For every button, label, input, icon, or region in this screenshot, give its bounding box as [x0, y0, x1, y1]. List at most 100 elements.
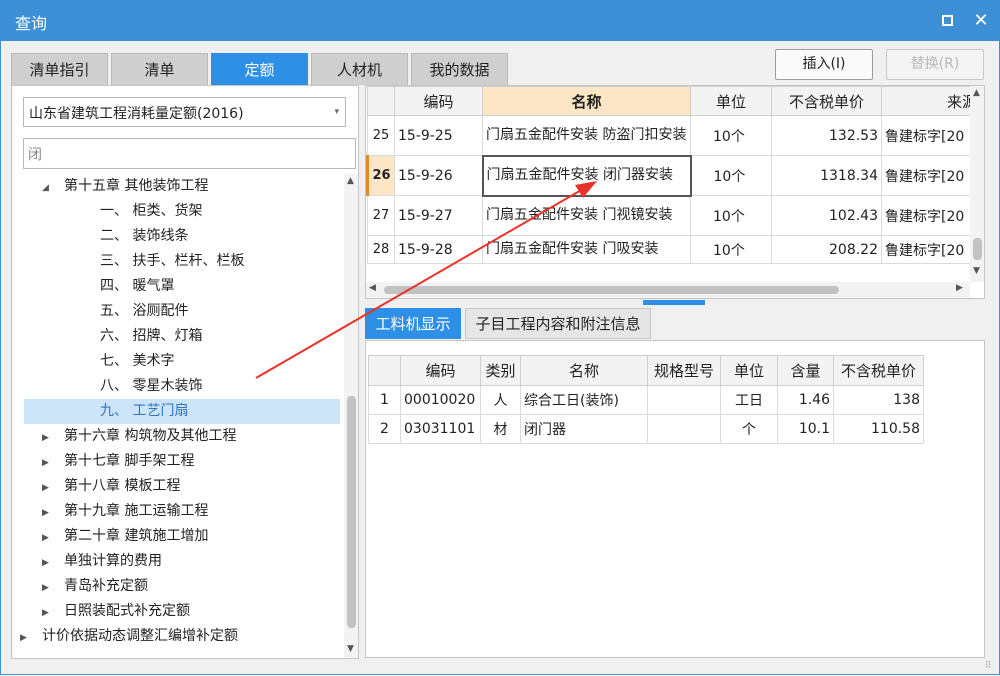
column-header-price[interactable]: 不含税单价	[771, 86, 882, 116]
maximize-button[interactable]	[935, 9, 959, 33]
collapsed-triangle-icon[interactable]: ▶	[42, 526, 56, 551]
cell-unit[interactable]: 10个	[690, 115, 772, 156]
title-bar[interactable]: 查询 ✕	[1, 1, 999, 41]
scroll-up-icon[interactable]: ▲	[347, 176, 354, 186]
cell-code[interactable]: 15-9-26	[394, 155, 483, 196]
quota-horizontal-scrollbar[interactable]: ◀ ▶	[366, 282, 970, 298]
tree-node[interactable]: 八、 零星木装饰	[100, 374, 202, 399]
collapsed-triangle-icon[interactable]: ▶	[42, 601, 56, 626]
collapsed-triangle-icon[interactable]: ▶	[42, 476, 56, 501]
scrollbar-thumb[interactable]	[347, 396, 356, 628]
cell-unit[interactable]: 10个	[690, 195, 772, 236]
tree-node[interactable]: ◢ 第十五章 其他装饰工程	[42, 174, 208, 199]
insert-button[interactable]: 插入(I)	[775, 49, 873, 80]
cell-type[interactable]: 人	[480, 385, 521, 415]
table-row[interactable]: 2 03031101 材闭门器 个 10.1 110.58	[368, 414, 924, 444]
cell-price[interactable]: 138	[833, 385, 924, 415]
cell-source[interactable]: 鲁建标字[20	[881, 235, 982, 264]
row-number[interactable]: 28	[367, 235, 395, 264]
cell-source[interactable]: 鲁建标字[20	[881, 195, 982, 236]
column-header-name[interactable]: 名称	[482, 86, 691, 116]
cell-code[interactable]: 15-9-28	[394, 235, 483, 264]
table-row[interactable]: 26 15-9-26 门扇五金配件安装 闭门器安装 10个 1318.34 鲁建标字[20	[366, 154, 982, 197]
tab-quota[interactable]: 定额	[211, 53, 308, 85]
row-number[interactable]: 26	[366, 155, 395, 196]
cell-unit[interactable]: 工日	[720, 385, 778, 415]
tree-node[interactable]: ▶ 第十九章 施工运输工程	[42, 499, 208, 524]
scrollbar-thumb[interactable]	[973, 238, 982, 260]
tree-node[interactable]: ▶ 第十七章 脚手架工程	[42, 449, 194, 474]
column-header-type[interactable]: 类别	[480, 355, 521, 386]
cell-price[interactable]: 208.22	[771, 235, 882, 264]
search-input[interactable]	[24, 139, 355, 168]
cell-unit[interactable]: 10个	[690, 235, 772, 264]
collapsed-triangle-icon[interactable]: ▶	[42, 501, 56, 526]
replace-button[interactable]: 替换(R)	[886, 49, 984, 80]
column-header-quantity[interactable]: 含量	[777, 355, 834, 386]
tab-bill-guide[interactable]: 清单指引	[11, 53, 108, 85]
quota-library-select[interactable]: 山东省建筑工程消耗量定额(2016) ▾	[23, 97, 346, 127]
tab-bill[interactable]: 清单	[111, 53, 208, 85]
scroll-down-icon[interactable]: ▼	[347, 644, 354, 654]
tree-node[interactable]: 二、 装饰线条	[100, 224, 188, 249]
tree-scrollbar[interactable]: ▲ ▼	[344, 174, 358, 658]
collapsed-triangle-icon[interactable]: ▶	[42, 551, 56, 576]
cell-price[interactable]: 110.58	[833, 414, 924, 444]
cell-name[interactable]: 门扇五金配件安装 防盗门扣安装	[482, 115, 691, 156]
tree-node[interactable]: ▶ 第二十章 建筑施工增加	[42, 524, 208, 549]
tree-node[interactable]: ▶ 青岛补充定额	[42, 574, 148, 599]
cell-name[interactable]: 闭门器	[520, 414, 648, 444]
cell-price[interactable]: 132.53	[771, 115, 882, 156]
expanded-triangle-icon[interactable]: ◢	[42, 176, 56, 201]
cell-type[interactable]: 材	[480, 414, 521, 444]
collapsed-triangle-icon[interactable]: ▶	[42, 576, 56, 601]
table-row[interactable]: 27 15-9-27 门扇五金配件安装 门视镜安装 10个 102.43 鲁建标字[20	[367, 195, 982, 236]
column-header-source[interactable]: 来源	[881, 86, 982, 116]
cell-spec[interactable]	[647, 414, 721, 444]
column-header-unit[interactable]: 单位	[720, 355, 778, 386]
tree-node[interactable]: ▶ 第十六章 构筑物及其他工程	[42, 424, 236, 449]
cell-name[interactable]: 门扇五金配件安装 闭门器安装	[481, 154, 692, 197]
column-header-spec[interactable]: 规格型号	[647, 355, 721, 386]
tree-node[interactable]: 六、 招牌、灯箱	[100, 324, 202, 349]
collapsed-triangle-icon[interactable]: ▶	[42, 451, 56, 476]
column-header-code[interactable]: 编码	[394, 86, 483, 116]
cell-source[interactable]: 鲁建标字[20	[881, 155, 982, 196]
column-header-code[interactable]: 编码	[400, 355, 481, 386]
tree-node[interactable]: 五、 浴厕配件	[100, 299, 188, 324]
row-number[interactable]: 25	[367, 115, 395, 156]
cell-code[interactable]: 03031101	[400, 414, 481, 444]
cell-unit[interactable]: 10个	[690, 155, 772, 196]
cell-price[interactable]: 1318.34	[771, 155, 882, 196]
scroll-down-icon[interactable]: ▼	[973, 266, 980, 276]
panel-splitter[interactable]	[643, 300, 705, 305]
tree-node[interactable]: ▶ 日照装配式补充定额	[42, 599, 190, 624]
close-button[interactable]: ✕	[969, 9, 993, 33]
tree-node[interactable]: 三、 扶手、栏杆、栏板	[100, 249, 244, 274]
row-number[interactable]: 27	[367, 195, 395, 236]
cell-name[interactable]: 综合工日(装饰)	[520, 385, 648, 415]
tree-node[interactable]: 四、 暖气罩	[100, 274, 174, 299]
column-header-price[interactable]: 不含税单价	[833, 355, 924, 386]
cell-name[interactable]: 门扇五金配件安装 门视镜安装	[482, 195, 691, 236]
cell-name[interactable]: 门扇五金配件安装 门吸安装	[482, 235, 691, 264]
tab-labor-material-machine[interactable]: 人材机	[311, 53, 408, 85]
table-row[interactable]: 28 15-9-28 门扇五金配件安装 门吸安装 10个 208.22 鲁建标字[20	[367, 235, 982, 264]
tree-node[interactable]: ▶ 第十八章 模板工程	[42, 474, 180, 499]
tab-work-content-notes[interactable]: 子目工程内容和附注信息	[465, 308, 651, 339]
tab-my-data[interactable]: 我的数据	[411, 53, 508, 85]
scroll-left-icon[interactable]: ◀	[369, 283, 376, 293]
tree-node[interactable]: 一、 柜类、货架	[100, 199, 202, 224]
cell-source[interactable]: 鲁建标字[20	[881, 115, 982, 156]
row-number[interactable]: 1	[368, 385, 401, 415]
quota-vertical-scrollbar[interactable]: ▲ ▼	[970, 86, 984, 282]
tab-resource-display[interactable]: 工料机显示	[365, 308, 461, 339]
resize-grip-icon[interactable]: ⠿	[985, 661, 992, 671]
row-number[interactable]: 2	[368, 414, 401, 444]
scroll-right-icon[interactable]: ▶	[956, 283, 963, 293]
table-row[interactable]: 1 00010020 人综合工日(装饰) 工日 1.46 138	[368, 385, 924, 415]
tree-node[interactable]: 七、 美术字	[100, 349, 174, 374]
scroll-up-icon[interactable]: ▲	[973, 88, 980, 98]
search-field[interactable]	[23, 138, 356, 169]
cell-quantity[interactable]: 1.46	[777, 385, 834, 415]
